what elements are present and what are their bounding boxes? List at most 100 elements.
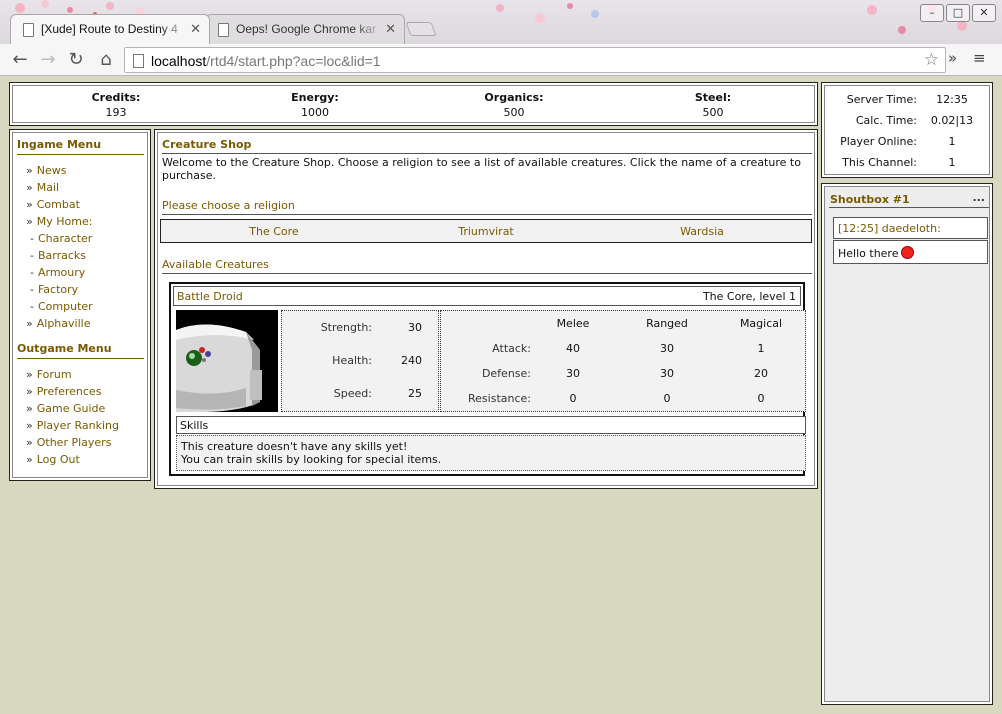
url-path: /rtd4/start.php?ac=loc&lid=1	[206, 53, 381, 69]
menu-item-player-ranking[interactable]: » Player Ranking	[26, 419, 119, 432]
col-header-melee: Melee	[556, 317, 590, 330]
reload-icon[interactable]: ↻	[64, 48, 88, 72]
browser-toolbar: ← → ↻ ⌂ localhost/rtd4/start.php?ac=loc&…	[0, 44, 1002, 76]
bookmark-star-icon[interactable]: ☆	[924, 50, 939, 70]
menu-item-label: Factory	[37, 283, 79, 296]
stat-label: This Channel:	[842, 156, 917, 169]
menu-item-barracks[interactable]: - Barracks	[30, 249, 86, 262]
menu-item-forum[interactable]: » Forum	[26, 368, 72, 381]
stat-strength: Strength: 30	[282, 321, 438, 334]
menu-item-armoury[interactable]: - Armoury	[30, 266, 85, 279]
stat-label: Calc. Time:	[855, 114, 917, 127]
creature-name-link[interactable]: Battle Droid	[177, 290, 243, 303]
stat-value: 240	[401, 354, 422, 367]
navigation-menu: Ingame Menu » News » Mail » Combat » My Home…	[9, 129, 151, 481]
menu-item-label: Log Out	[36, 453, 80, 466]
shoutbox-more-button[interactable]: ...	[972, 191, 985, 204]
flower-decoration-icon	[496, 3, 599, 23]
religion-triumvirat[interactable]: Triumvirat	[426, 225, 546, 238]
attack-ranged: 30	[660, 342, 674, 355]
menu-item-my-home[interactable]: » My Home:	[26, 215, 92, 228]
resistance-ranged: 0	[663, 392, 671, 405]
resource-label: Steel:	[694, 91, 732, 104]
page-icon	[218, 23, 229, 37]
religion-wardsia[interactable]: Wardsia	[642, 225, 762, 238]
maximize-icon[interactable]: □	[946, 4, 970, 22]
stat-players-online: Player Online: 1	[822, 135, 992, 148]
extensions-chevron-icon[interactable]: »	[948, 49, 957, 67]
shout-message-header: [12:25] daedeloth:	[833, 217, 988, 239]
tab-chrome-error[interactable]: Oeps! Google Chrome kan ✕	[205, 14, 405, 44]
home-icon[interactable]: ⌂	[94, 48, 118, 72]
menu-item-factory[interactable]: - Factory	[30, 283, 78, 296]
forward-arrow-icon[interactable]: →	[36, 48, 60, 72]
row-label-defense: Defense:	[481, 367, 531, 380]
address-bar[interactable]: localhost/rtd4/start.php?ac=loc&lid=1 ☆	[124, 47, 946, 73]
resource-value: 193	[105, 106, 127, 119]
resistance-magical: 0	[757, 392, 765, 405]
stat-calc-time: Calc. Time: 0.02|13	[822, 114, 992, 127]
creature-card: Battle Droid The Core, level 1 Strength:…	[169, 282, 806, 476]
menu-item-label: My Home:	[36, 215, 93, 228]
back-arrow-icon[interactable]: ←	[8, 48, 32, 72]
skills-heading: Skills	[176, 416, 806, 434]
stat-value: 25	[408, 387, 422, 400]
close-icon[interactable]: ✕	[190, 21, 201, 37]
menu-item-news[interactable]: » News	[26, 164, 66, 177]
browser-tab-bar: [Xude] Route to Destiny 4 ✕ Oeps! Google…	[0, 0, 1002, 44]
shoutbox-title: Shoutbox #1	[830, 193, 910, 206]
resources-panel: Credits: 193 Energy: 1000 Organics: 500 …	[9, 82, 818, 126]
shout-message-text: Hello there	[838, 247, 899, 260]
outgame-menu-title: Outgame Menu	[17, 342, 144, 359]
menu-item-label: Computer	[37, 300, 93, 313]
smiley-icon	[901, 246, 915, 259]
defense-magical: 20	[754, 367, 768, 380]
new-tab-button[interactable]	[405, 22, 437, 36]
window-controls: – □ ✕	[920, 4, 996, 22]
close-window-icon[interactable]: ✕	[972, 4, 996, 22]
row-label-attack: Attack:	[492, 342, 531, 355]
creature-level: The Core, level 1	[702, 290, 796, 303]
stat-this-channel: This Channel: 1	[822, 156, 992, 169]
stat-health: Health: 240	[282, 354, 438, 367]
resource-energy: Energy: 1000	[255, 91, 375, 119]
welcome-text: Welcome to the Creature Shop. Choose a r…	[162, 156, 801, 182]
menu-item-label: Forum	[36, 368, 72, 381]
resource-label: Energy:	[291, 91, 339, 104]
close-icon[interactable]: ✕	[385, 21, 396, 37]
religion-the-core[interactable]: The Core	[214, 225, 334, 238]
menu-item-mail[interactable]: » Mail	[26, 181, 59, 194]
stat-value: 30	[408, 321, 422, 334]
stat-speed: Speed: 25	[282, 387, 438, 400]
menu-item-label: Armoury	[37, 266, 86, 279]
skills-line: You can train skills by looking for spec…	[181, 453, 442, 466]
menu-item-label: Combat	[36, 198, 80, 211]
resource-credits: Credits: 193	[56, 91, 176, 119]
menu-icon[interactable]: ≡	[973, 49, 986, 67]
tab-route-to-destiny[interactable]: [Xude] Route to Destiny 4 ✕	[10, 14, 210, 44]
menu-item-character[interactable]: - Character	[30, 232, 92, 245]
resource-label: Credits:	[91, 91, 141, 104]
defense-ranged: 30	[660, 367, 674, 380]
menu-item-combat[interactable]: » Combat	[26, 198, 80, 211]
menu-item-other-players[interactable]: » Other Players	[26, 436, 111, 449]
shout-message-body: Hello there	[833, 240, 988, 264]
menu-item-label: Other Players	[36, 436, 112, 449]
battle-droid-image	[176, 310, 278, 412]
col-header-magical: Magical	[739, 317, 783, 330]
stat-value: 1	[948, 156, 956, 169]
col-header-ranged: Ranged	[646, 317, 688, 330]
menu-item-log-out[interactable]: » Log Out	[26, 453, 80, 466]
attack-melee: 40	[566, 342, 580, 355]
menu-item-label: Mail	[36, 181, 60, 194]
menu-item-label: Player Ranking	[36, 419, 119, 432]
resource-organics: Organics: 500	[454, 91, 574, 119]
menu-item-preferences[interactable]: » Preferences	[26, 385, 101, 398]
minimize-icon[interactable]: –	[920, 4, 944, 22]
menu-item-game-guide[interactable]: » Game Guide	[26, 402, 105, 415]
menu-item-label: Preferences	[36, 385, 102, 398]
menu-item-computer[interactable]: - Computer	[30, 300, 93, 313]
stat-label: Player Online:	[840, 135, 917, 148]
menu-item-alphaville[interactable]: » Alphaville	[26, 317, 90, 330]
stat-value: 12:35	[936, 93, 968, 106]
